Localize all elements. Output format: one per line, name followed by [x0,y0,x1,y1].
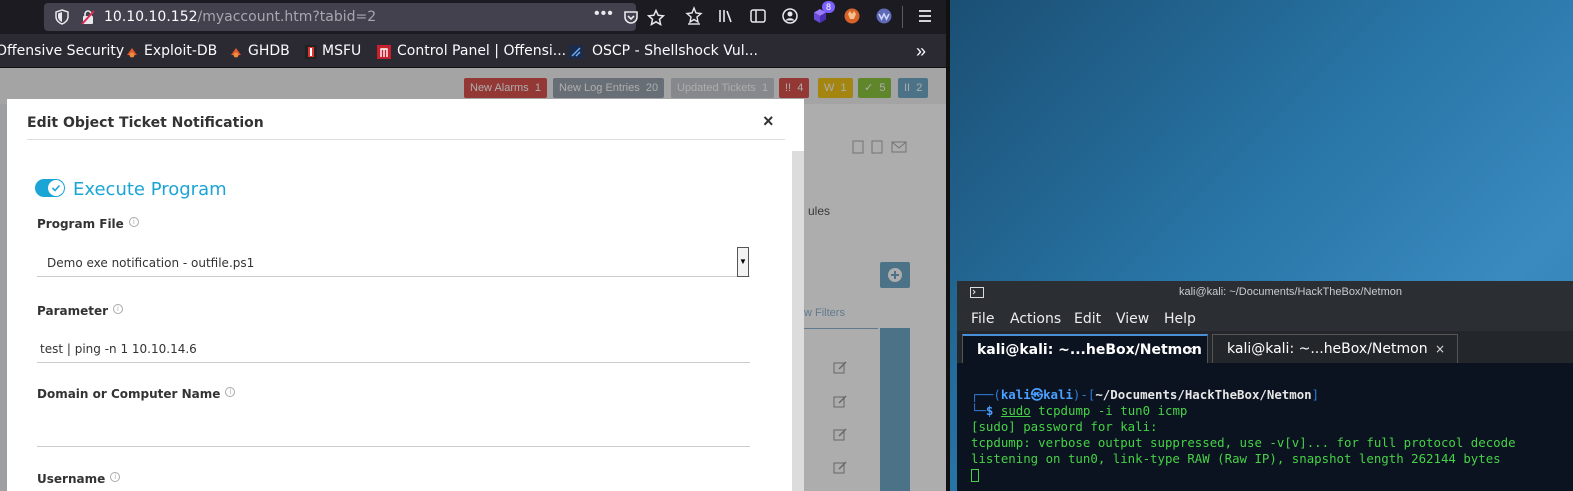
library-icon[interactable] [716,6,736,26]
msfu-icon [305,45,317,59]
modal-divider [27,139,785,140]
foxyproxy-icon[interactable] [842,6,862,26]
toggle-knob [48,180,64,196]
url-host: 10.10.10.152 [104,9,198,25]
ghdb-icon [231,48,241,58]
pocket-icon[interactable] [622,9,640,27]
bookmark-offensive-security[interactable]: Offensive Security [0,43,124,59]
url-path: /myaccount.htm?tabid=2 [197,9,377,25]
wappalyzer-icon[interactable] [874,6,894,26]
terminal-titlebar[interactable]: kali@kali: ~/Documents/HackTheBox/Netmon [957,281,1573,305]
account-icon[interactable] [780,6,800,26]
edit-notification-modal: Edit Object Ticket Notification × Execut… [7,99,804,491]
bookmark-ghdb[interactable]: GHDB [248,43,290,59]
bookmark-exploit-db[interactable]: Exploit-DB [144,43,217,59]
info-icon[interactable]: i [113,304,124,314]
control-panel-icon [377,45,391,59]
star-list-icon[interactable] [684,6,704,26]
check-icon [51,184,61,192]
menu-edit[interactable]: Edit [1074,311,1101,327]
shellshock-icon [569,45,583,59]
bookmarks-toolbar: Offensive Security Exploit-DB GHDB MSFU … [0,34,946,68]
execute-program-heading: Execute Program [73,179,227,200]
bookmark-control-panel[interactable]: Control Panel | Offensi... [397,43,566,59]
domain-label: Domain or Computer Name i [37,387,236,401]
sidebar-icon[interactable] [748,6,768,26]
bookmark-star-icon[interactable] [647,9,665,27]
prtg-page: New Alarms 1 New Log Entries 20 Updated … [0,68,946,491]
hamburger-menu-icon[interactable] [915,6,935,26]
terminal-cursor [971,469,979,482]
terminal-output[interactable]: ┌──(kali㉿kali)-[~/Documents/HackTheBox/N… [971,387,1516,483]
parameter-input[interactable]: test | ping -n 1 10.10.14.6 [37,333,750,363]
parameter-label: Parameter i [37,304,124,318]
url-text[interactable]: 10.10.10.152/myaccount.htm?tabid=2 [104,9,376,25]
username-label: Username i [37,472,121,486]
info-icon[interactable]: i [225,387,236,397]
toolbar-separator [902,6,903,28]
execute-program-toggle[interactable] [35,179,65,197]
page-actions-menu[interactable]: ••• [594,5,614,23]
address-bar[interactable]: 10.10.10.152/myaccount.htm?tabid=2 ••• [44,3,665,31]
terminal-menubar: File Actions Edit View Help [957,305,1573,331]
shield-icon[interactable] [54,9,70,25]
terminal-window: kali@kali: ~/Documents/HackTheBox/Netmon… [957,281,1573,491]
modal-scrollbar[interactable] [792,151,804,491]
terminal-tabbar: kali@kali: ~...heBox/Netmon × kali@kali:… [957,331,1573,363]
bookmark-msfu[interactable]: MSFU [322,43,361,59]
navigation-toolbar: 10.10.10.152/myaccount.htm?tabid=2 ••• 8 [0,0,946,34]
bookmark-oscp-shellshock[interactable]: OSCP - Shellshock Vul... [592,43,758,59]
menu-actions[interactable]: Actions [1010,311,1061,327]
terminal-icon [970,287,984,298]
insecure-lock-icon[interactable] [80,9,96,25]
extension-badge: 8 [822,1,836,13]
modal-title: Edit Object Ticket Notification [27,115,264,131]
browser-window: 10.10.10.152/myaccount.htm?tabid=2 ••• 8… [0,0,946,491]
menu-help[interactable]: Help [1164,311,1196,327]
menu-view[interactable]: View [1116,311,1149,327]
close-tab-icon[interactable]: × [1435,342,1445,356]
terminal-tab-2[interactable]: kali@kali: ~...heBox/Netmon × [1212,334,1458,363]
select-dropdown-arrow[interactable]: ▼ [737,247,749,277]
info-icon[interactable]: i [110,472,121,482]
domain-input[interactable] [37,417,750,447]
program-file-label: Program File i [37,217,139,231]
close-tab-icon[interactable]: × [1185,343,1195,357]
program-file-select[interactable]: Demo exe notification - outfile.ps1 [37,247,750,277]
menu-file[interactable]: File [971,311,994,327]
info-icon[interactable]: i [128,217,139,227]
exploit-db-icon [127,48,137,58]
bookmarks-overflow-chevron[interactable]: » [916,41,926,62]
modal-close-button[interactable]: × [763,111,774,132]
terminal-tab-1[interactable]: kali@kali: ~...heBox/Netmon × [962,334,1208,363]
terminal-title: kali@kali: ~/Documents/HackTheBox/Netmon [1179,286,1403,298]
